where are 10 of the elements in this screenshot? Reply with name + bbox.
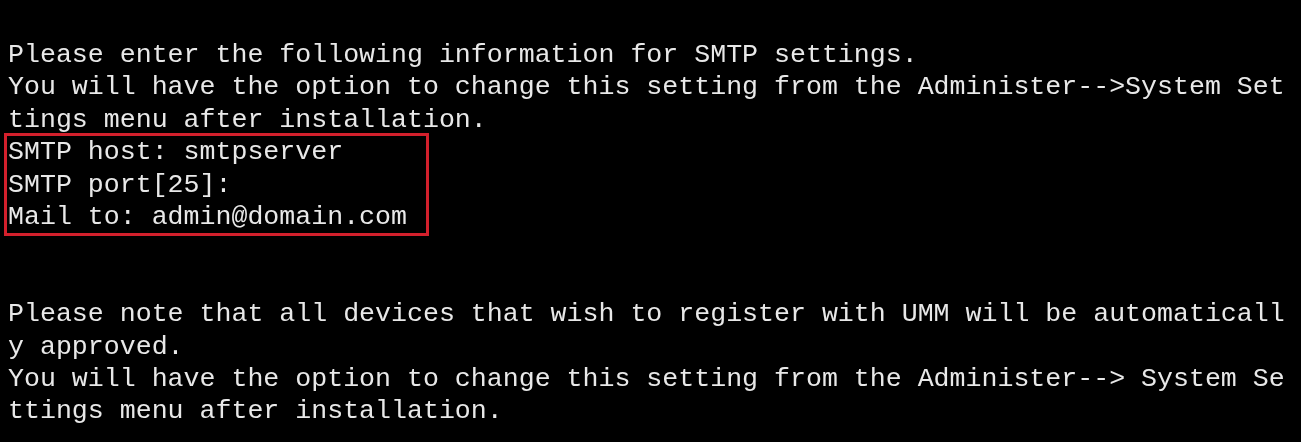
terminal-line: y approved. xyxy=(8,330,184,364)
terminal-line: Mail to: admin@domain.com xyxy=(8,201,407,234)
terminal-line: You will have the option to change this setting from the Administer-->System Set xyxy=(8,71,1285,104)
terminal-line: SMTP host: smtpserver xyxy=(8,136,344,169)
terminal-line: tings menu after installation. xyxy=(8,103,487,137)
terminal-line: SMTP port[25]: xyxy=(8,168,232,202)
terminal-line: You will have the option to change this setting from the Administer--> System Se xyxy=(8,363,1285,396)
terminal-line: Please note that all devices that wish to register with UMM will be automaticall xyxy=(8,298,1285,331)
terminal-line: ttings menu after installation. xyxy=(8,395,503,428)
terminal-line: Please enter the following information for SMTP settings. xyxy=(8,39,918,72)
